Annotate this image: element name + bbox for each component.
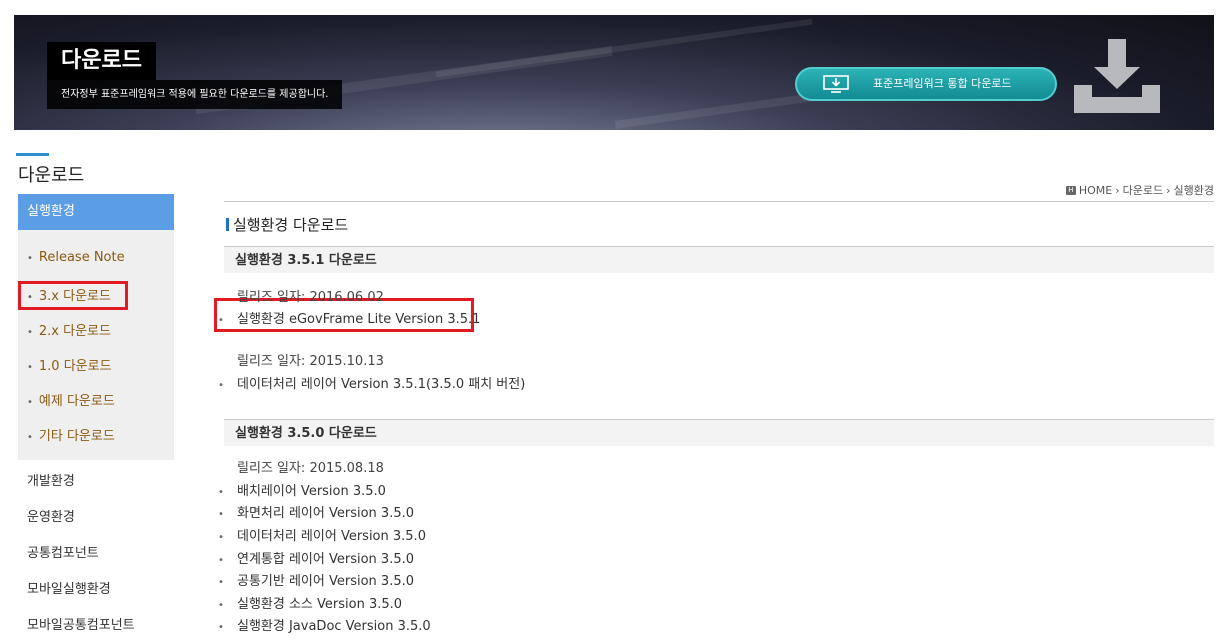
bullet-icon: •: [27, 253, 33, 264]
sidebar-title: 다운로드: [18, 165, 85, 186]
submenu-item-example-download[interactable]: • 예제 다운로드: [27, 390, 115, 409]
sidebar-submenu: • Release Note • 3.x 다운로드 • 2.x 다운로드 • 1.0 다…: [18, 230, 174, 460]
submenu-item-other-download[interactable]: • 기타 다운로드: [27, 425, 115, 444]
download-item-label: 연계통합 레이어 Version 3.5.0: [237, 552, 414, 567]
breadcrumb-item[interactable]: 실행환경: [1174, 182, 1214, 198]
download-item-label: 실행환경 소스 Version 3.5.0: [237, 597, 403, 612]
bullet-icon: •: [27, 432, 33, 443]
download-item-batch-layer[interactable]: • 배치레이어 Version 3.5.0: [218, 480, 386, 499]
download-item-label: 데이터처리 레이어 Version 3.5.1(3.5.0 패치 버전): [237, 377, 526, 392]
download-tray-icon: [1074, 39, 1160, 113]
highlight-box-3x-download: [18, 281, 128, 310]
download-item-presentation-layer[interactable]: • 화면처리 레이어 Version 3.5.0: [218, 502, 414, 521]
bullet-icon: •: [218, 487, 224, 498]
breadcrumb: H HOME › 다운로드 › 실행환경: [1065, 182, 1214, 198]
submenu-item-10-download[interactable]: • 1.0 다운로드: [27, 355, 112, 374]
sidebar-item-ops-env[interactable]: 운영환경: [27, 506, 75, 525]
download-item-integration-layer[interactable]: • 연계통합 레이어 Version 3.5.0: [218, 548, 414, 567]
submenu-item-label: 2.x 다운로드: [38, 324, 111, 339]
submenu-item-label: 기타 다운로드: [38, 429, 115, 444]
submenu-item-label: 예제 다운로드: [38, 394, 115, 409]
release-date: 릴리즈 일자: 2015.08.18: [237, 461, 384, 476]
sidebar-item-runtime-env[interactable]: 실행환경: [18, 194, 174, 230]
sidebar-item-dev-env[interactable]: 개발환경: [27, 470, 75, 489]
banner-subtitle: 전자정부 표준프레임워크 적용에 필요한 다운로드를 제공합니다.: [47, 80, 343, 109]
sidebar-item-common-components[interactable]: 공통컴포넌트: [27, 542, 99, 561]
release-date: 릴리즈 일자: 2016.06.02: [237, 290, 384, 305]
chevron-right-icon: ›: [1166, 183, 1171, 197]
release-date: 릴리즈 일자: 2015.10.13: [237, 354, 384, 369]
submenu-item-2x-download[interactable]: • 2.x 다운로드: [27, 320, 111, 339]
download-item-lite-351[interactable]: • 실행환경 eGovFrame Lite Version 3.5.1: [218, 308, 480, 327]
sidebar-item-mobile-runtime[interactable]: 모바일실행환경: [27, 578, 111, 597]
download-item-label: 공통기반 레이어 Version 3.5.0: [237, 574, 414, 589]
download-item-label: 배치레이어 Version 3.5.0: [237, 484, 386, 499]
bullet-icon: •: [27, 327, 33, 338]
title-bar-icon: [226, 218, 229, 231]
bullet-icon: •: [218, 577, 224, 588]
integrated-download-label: 표준프레임워크 통합 다운로드: [873, 77, 1012, 90]
download-item-label: 화면처리 레이어 Version 3.5.0: [237, 506, 414, 521]
bullet-icon: •: [218, 555, 224, 566]
submenu-item-label: Release Note: [38, 250, 125, 265]
section-heading-351: 실행환경 3.5.1 다운로드: [224, 246, 1214, 273]
sidebar-title-accent: [16, 153, 49, 156]
breadcrumb-home[interactable]: HOME: [1079, 184, 1112, 197]
download-item-label: 실행환경 JavaDoc Version 3.5.0: [237, 619, 431, 634]
download-item-foundation-layer[interactable]: • 공통기반 레이어 Version 3.5.0: [218, 570, 414, 589]
chevron-right-icon: ›: [1115, 183, 1120, 197]
integrated-download-button[interactable]: 표준프레임워크 통합 다운로드: [795, 67, 1057, 101]
download-item-data-layer-351[interactable]: • 데이터처리 레이어 Version 3.5.1(3.5.0 패치 버전): [218, 373, 525, 392]
sidebar-item-mobile-common-components[interactable]: 모바일공통컴포넌트: [27, 614, 135, 633]
monitor-download-icon: [823, 75, 849, 93]
bullet-icon: •: [218, 315, 224, 326]
submenu-item-release-note[interactable]: • Release Note: [27, 250, 125, 265]
download-item-label: 실행환경 eGovFrame Lite Version 3.5.1: [237, 312, 481, 327]
bullet-icon: •: [27, 362, 33, 373]
home-icon: H: [1065, 185, 1076, 195]
bullet-icon: •: [218, 600, 224, 611]
page-title: 실행환경 다운로드: [226, 214, 348, 235]
bullet-icon: •: [27, 397, 33, 408]
download-item-label: 데이터처리 레이어 Version 3.5.0: [237, 529, 426, 544]
download-item-runtime-source[interactable]: • 실행환경 소스 Version 3.5.0: [218, 593, 402, 612]
page-title-text: 실행환경 다운로드: [233, 216, 349, 234]
download-item-data-layer[interactable]: • 데이터처리 레이어 Version 3.5.0: [218, 525, 426, 544]
breadcrumb-item[interactable]: 다운로드: [1123, 182, 1163, 198]
banner-title: 다운로드: [47, 42, 156, 80]
breadcrumb-divider: [224, 201, 1214, 202]
submenu-item-label: 1.0 다운로드: [38, 359, 112, 374]
bullet-icon: •: [218, 380, 224, 391]
bullet-icon: •: [218, 622, 224, 633]
bullet-icon: •: [218, 532, 224, 543]
page-banner: 다운로드 전자정부 표준프레임워크 적용에 필요한 다운로드를 제공합니다. 표…: [14, 15, 1214, 130]
bullet-icon: •: [218, 509, 224, 520]
download-item-runtime-javadoc[interactable]: • 실행환경 JavaDoc Version 3.5.0: [218, 615, 431, 634]
section-heading-350: 실행환경 3.5.0 다운로드: [224, 419, 1214, 446]
